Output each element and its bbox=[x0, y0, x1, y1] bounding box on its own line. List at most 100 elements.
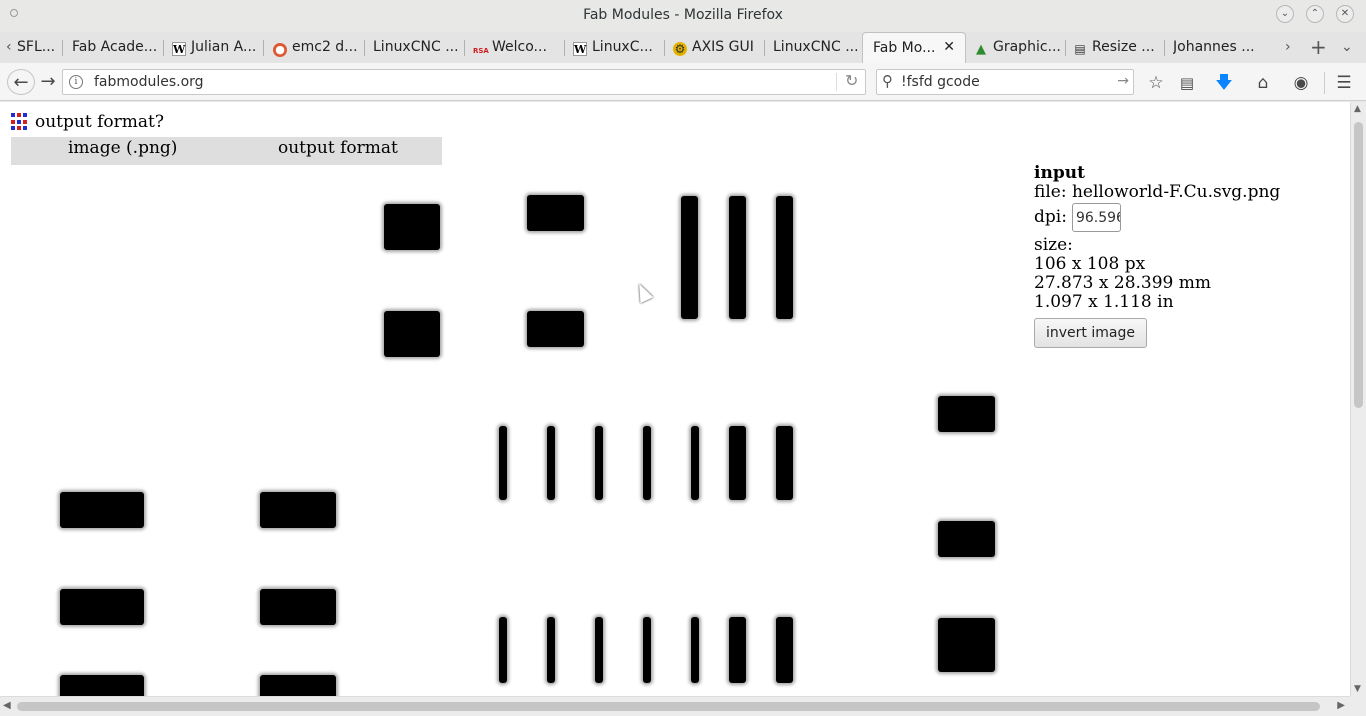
page-content: output format? image (.png) output forma… bbox=[0, 102, 1350, 696]
pcb-pad bbox=[384, 204, 440, 250]
pcb-pad bbox=[527, 195, 584, 231]
tab[interactable]: W LinuxC... bbox=[573, 32, 665, 63]
logo-dot bbox=[23, 126, 27, 131]
horizontal-scroll-thumb[interactable] bbox=[17, 702, 1320, 711]
tab-label: Graphic... bbox=[993, 39, 1061, 55]
window-titlebar: Fab Modules - Mozilla Firefox ⌄ ⌃ ✕ bbox=[0, 0, 1366, 32]
scroll-up-icon[interactable]: ▲ bbox=[1354, 104, 1361, 114]
pcb-pad bbox=[938, 521, 995, 557]
search-go-icon[interactable]: → bbox=[1117, 73, 1129, 89]
tab-list-icon[interactable]: ⌄ bbox=[1341, 39, 1353, 55]
input-format-selector[interactable]: image (.png) bbox=[68, 138, 177, 158]
home-icon[interactable]: ⌂ bbox=[1252, 72, 1274, 94]
pcb-pin bbox=[776, 426, 793, 500]
tab[interactable]: RSA Welco... bbox=[473, 32, 565, 63]
input-info-panel: input file: helloworld-F.Cu.svg.png dpi:… bbox=[1034, 164, 1280, 348]
download-icon[interactable]: 🡇 bbox=[1213, 72, 1235, 94]
back-icon[interactable]: ← bbox=[7, 69, 35, 95]
vertical-scrollbar[interactable]: ▲ ▼ bbox=[1350, 102, 1366, 696]
logo-dot bbox=[11, 119, 15, 124]
scroll-down-icon[interactable]: ▼ bbox=[1354, 684, 1361, 694]
fab-modules-logo bbox=[11, 113, 29, 131]
tab-label: SFL... bbox=[17, 39, 56, 55]
tabs-scroll-left-icon[interactable]: ‹ bbox=[6, 39, 12, 55]
tab[interactable]: Fab Acade... bbox=[72, 32, 164, 63]
duckduckgo-icon: ● bbox=[273, 43, 287, 57]
dpi-label: dpi: bbox=[1034, 207, 1067, 227]
pcb-pin bbox=[691, 426, 699, 500]
search-input[interactable]: !fsfd gcode bbox=[901, 74, 980, 90]
horizontal-scrollbar[interactable]: ◀ ▶ bbox=[0, 696, 1350, 716]
dpi-input[interactable] bbox=[1071, 203, 1121, 232]
pcb-pin bbox=[691, 617, 699, 683]
new-tab-icon[interactable]: + bbox=[1310, 35, 1327, 59]
input-panel-title: input bbox=[1034, 163, 1085, 183]
pcb-pad bbox=[938, 618, 995, 672]
tab[interactable]: LinuxCNC ... bbox=[773, 32, 865, 63]
url-text[interactable]: fabmodules.org bbox=[94, 74, 204, 90]
pcb-pad bbox=[527, 311, 584, 347]
pcb-pin bbox=[776, 617, 793, 683]
pcb-pin bbox=[499, 617, 507, 683]
window-title: Fab Modules - Mozilla Firefox bbox=[583, 7, 783, 23]
tab[interactable]: ● emc2 d... bbox=[273, 32, 365, 63]
tab[interactable]: Johannes ... bbox=[1173, 32, 1273, 63]
output-format-selector[interactable]: output format bbox=[278, 138, 398, 158]
logo-dot bbox=[11, 126, 15, 131]
tab-label: Resize ... bbox=[1092, 39, 1155, 55]
url-bar[interactable]: i fabmodules.org ↻ bbox=[62, 69, 866, 95]
reload-icon[interactable]: ↻ bbox=[845, 71, 858, 90]
search-bar[interactable]: ⚲ !fsfd gcode → bbox=[876, 69, 1134, 95]
bookmark-star-icon[interactable]: ☆ bbox=[1145, 72, 1167, 94]
tab-label: LinuxCNC ... bbox=[773, 39, 859, 55]
pocket-icon[interactable]: ◉ bbox=[1290, 72, 1312, 94]
book-icon: ▤ bbox=[1074, 42, 1086, 56]
tab[interactable]: LinuxCNC ... bbox=[373, 32, 465, 63]
mouse-cursor bbox=[632, 280, 654, 304]
logo-dot bbox=[11, 113, 15, 117]
tab-label: Johannes ... bbox=[1173, 39, 1255, 55]
logo-dot bbox=[17, 126, 21, 131]
scroll-right-icon[interactable]: ▶ bbox=[1337, 700, 1345, 711]
pcb-pin bbox=[547, 617, 555, 683]
invert-image-button[interactable]: invert image bbox=[1034, 318, 1147, 348]
gear-icon: ⚙ bbox=[673, 42, 687, 56]
pcb-pad bbox=[384, 311, 440, 357]
vertical-scroll-thumb[interactable] bbox=[1354, 122, 1363, 408]
tab[interactable]: ▲ Graphic... bbox=[974, 32, 1066, 63]
close-window-icon[interactable]: ✕ bbox=[1336, 5, 1354, 23]
tab-label: AXIS GUI bbox=[692, 39, 754, 55]
pcb-pad bbox=[260, 492, 336, 528]
info-icon[interactable]: i bbox=[69, 75, 83, 89]
pcb-pin bbox=[643, 426, 651, 500]
pcb-pad bbox=[60, 492, 144, 528]
minimize-icon[interactable]: ⌄ bbox=[1276, 5, 1294, 23]
tabs-scroll-right-icon[interactable]: › bbox=[1285, 39, 1291, 55]
tab[interactable]: ▤ Resize ... bbox=[1073, 32, 1165, 63]
pcb-pin bbox=[595, 617, 603, 683]
reading-list-icon[interactable]: ▤ bbox=[1176, 72, 1198, 94]
tab-active[interactable]: Fab Mo... ✕ bbox=[862, 32, 966, 63]
pcb-pad bbox=[60, 589, 144, 625]
close-tab-icon[interactable]: ✕ bbox=[943, 39, 955, 55]
tab-label: Fab Acade... bbox=[72, 39, 158, 55]
rsa-icon: RSA bbox=[473, 47, 489, 55]
scroll-left-icon[interactable]: ◀ bbox=[3, 700, 11, 711]
pcb-pin bbox=[499, 426, 507, 500]
tab[interactable]: W Julian A... bbox=[172, 32, 264, 63]
forward-icon[interactable]: → bbox=[34, 69, 62, 95]
tab[interactable]: ⚙ AXIS GUI bbox=[673, 32, 765, 63]
tab-label: emc2 d... bbox=[292, 39, 358, 55]
tab[interactable]: SFL... bbox=[17, 32, 63, 63]
logo-dot bbox=[17, 119, 21, 124]
menu-icon[interactable]: ☰ bbox=[1333, 72, 1355, 94]
maximize-icon[interactable]: ⌃ bbox=[1306, 5, 1324, 23]
tab-label: LinuxCNC ... bbox=[373, 39, 459, 55]
input-file-name: file: helloworld-F.Cu.svg.png bbox=[1034, 182, 1281, 202]
pcb-pin bbox=[729, 617, 746, 683]
logo-dot bbox=[17, 113, 21, 117]
page-heading: output format? bbox=[35, 112, 164, 132]
size-mm: 27.873 x 28.399 mm bbox=[1034, 273, 1212, 293]
pcb-trace bbox=[681, 196, 698, 319]
logo-dot bbox=[23, 113, 27, 117]
